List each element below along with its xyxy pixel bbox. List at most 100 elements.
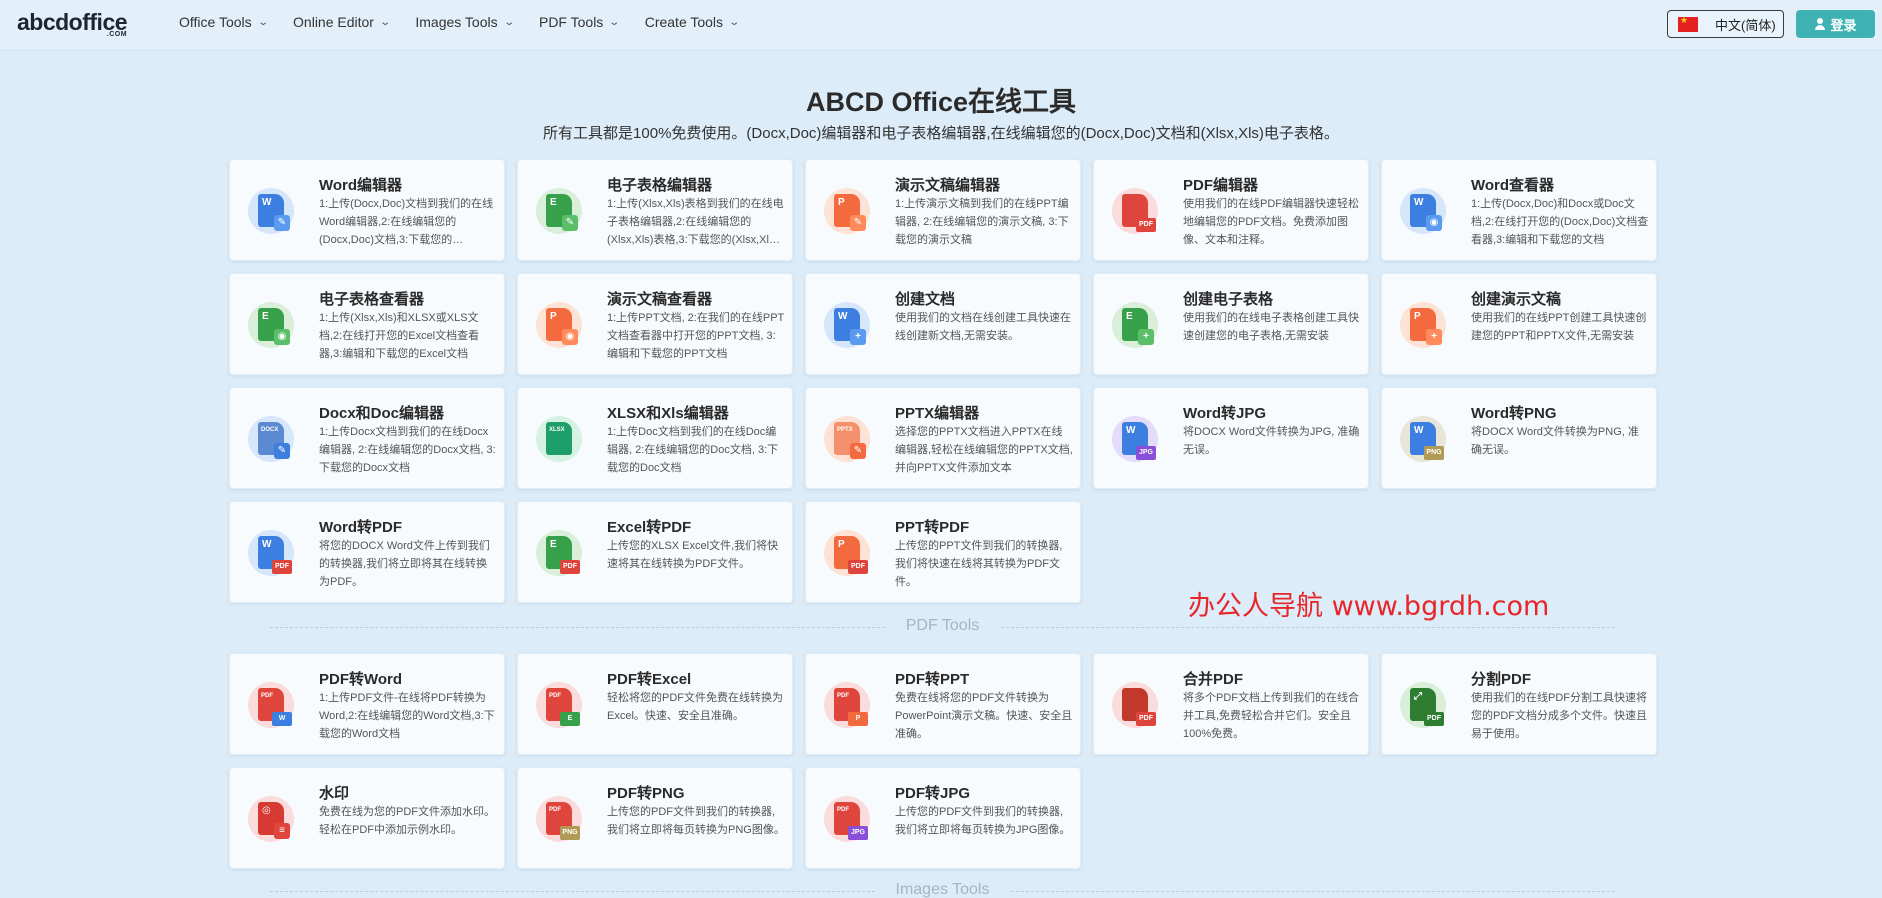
- tool-card[interactable]: E PDF Excel转PDF 上传您的XLSX Excel文件,我们将快速将其在线转…: [517, 501, 793, 603]
- tool-card-description: 免费在线将您的PDF文件转换为PowerPoint演示文稿。快速、安全且准确。: [895, 692, 1073, 740]
- tool-card[interactable]: P + 创建演示文稿使用我们的在线PPT创建工具快速创建您的PPT和PPTX文件,无…: [1381, 273, 1657, 375]
- document-letter: W: [838, 311, 848, 322]
- document-letter: W: [1414, 425, 1424, 436]
- document-letter: ◎: [262, 805, 271, 816]
- tool-card[interactable]: E ✎ 电子表格编辑器 1:上传(Xlsx,Xls)表格到我们的在线电子表格编辑器,2…: [517, 159, 793, 261]
- document-letter: DOCX: [261, 427, 279, 433]
- tool-card-title: PDF转Excel: [607, 671, 692, 688]
- tool-card[interactable]: PDF PNG PDF转PNG 上传您的PDF文件到我们的转换器,我们将立即将每页转换…: [517, 767, 793, 869]
- tool-card[interactable]: W ✎ Word编辑器 1:上传(Docx,Doc)文档到我们的在线Word编辑器,2…: [229, 159, 505, 261]
- pdf-to-png-icon: PDF PNG: [536, 796, 582, 842]
- tool-card-title: 电子表格编辑器: [607, 177, 713, 194]
- tool-card-description: 免费在线为您的PDF文件添加水印。轻松在PDF中添加示例水印。: [319, 806, 495, 836]
- images-tools-section-label: Images Tools: [895, 881, 990, 898]
- chevron-down-icon: ⌄: [379, 16, 392, 28]
- tool-card-title: PDF转PNG: [607, 785, 685, 802]
- document-shape: P ✎: [834, 194, 866, 231]
- document-shape: W ✎: [258, 194, 290, 231]
- excel-create-icon: E +: [1112, 302, 1158, 348]
- document-shape: P +: [1410, 308, 1442, 345]
- format-tag: W: [272, 712, 292, 726]
- word-to-png-icon: W PNG: [1400, 416, 1446, 462]
- tool-card[interactable]: ⤢ PDF 分割PDF 使用我们的在线PDF分割工具快速将您的PDF文档分成多个文件。…: [1381, 653, 1657, 755]
- format-tag: E: [560, 712, 580, 726]
- tool-card-description: 使用我们的在线PPT创建工具快速创建您的PPT和PPTX文件,无需安装: [1471, 312, 1647, 342]
- tool-card-title: PDF转PPT: [895, 671, 970, 688]
- format-tag: PDF: [1424, 712, 1444, 726]
- tool-card-description: 将DOCX Word文件转换为JPG, 准确无误。: [1183, 426, 1360, 456]
- document-shape: PDF P: [834, 688, 868, 726]
- badge-symbol: ✎: [562, 215, 578, 231]
- tool-card-title: 演示文稿查看器: [607, 291, 713, 308]
- nav-office-tools[interactable]: Office Tools ⌄: [179, 14, 269, 30]
- nav-pdf-tools[interactable]: PDF Tools ⌄: [539, 14, 620, 30]
- document-letter: E: [550, 197, 557, 208]
- xlsx-editor-icon: XLSX: [536, 416, 582, 462]
- document-shape: PDF W: [258, 688, 292, 726]
- word-view-icon: W ◉: [1400, 188, 1446, 234]
- tool-card-title: 创建文档: [895, 291, 956, 308]
- tool-card[interactable]: W JPG Word转JPG 将DOCX Word文件转换为JPG, 准确无误。: [1093, 387, 1369, 489]
- tool-card-description: 1:上传PPT文档, 2:在我们的在线PPT文档查看器中打开您的PPT文档, 3…: [607, 312, 785, 360]
- tool-card[interactable]: ◎ ≡ 水印 免费在线为您的PDF文件添加水印。轻松在PDF中添加示例水印。: [229, 767, 505, 869]
- excel-to-pdf-icon: E PDF: [536, 530, 582, 576]
- document-letter: ⤢: [1414, 691, 1422, 702]
- nav-images-tools[interactable]: Images Tools ⌄: [415, 14, 514, 30]
- tool-card[interactable]: P ◉ 演示文稿查看器 1:上传PPT文档, 2:在我们的在线PPT文档查看器中打开您…: [517, 273, 793, 375]
- format-tag: JPG: [1136, 446, 1156, 460]
- chevron-down-icon: ⌄: [728, 16, 741, 28]
- document-letter: PDF: [837, 807, 849, 813]
- document-letter: PDF: [261, 693, 273, 699]
- tool-card-description: 1:上传演示文稿到我们的在线PPT编辑器, 2:在线编辑您的演示文稿, 3:下载…: [895, 198, 1069, 246]
- excel-edit-icon: E ✎: [536, 188, 582, 234]
- nav-create-tools[interactable]: Create Tools ⌄: [645, 14, 741, 30]
- tool-card-title: Excel转PDF: [607, 519, 692, 536]
- document-shape: PDF: [1122, 688, 1156, 726]
- tool-card[interactable]: E + 创建电子表格 使用我们的在线电子表格创建工具快速创建您的电子表格,无需安装: [1093, 273, 1369, 375]
- tool-card-description: 将您的DOCX Word文件上传到我们的转换器,我们将立即将其在线转换为PDF。: [319, 540, 490, 588]
- merge-pdf-icon: PDF: [1112, 682, 1158, 728]
- tool-card[interactable]: E ◉ 电子表格查看器 1:上传(Xlsx,Xls)和XLSX或XLS文档,2:在线打…: [229, 273, 505, 375]
- tool-card[interactable]: PDF JPG PDF转JPG 上传您的PDF文件到我们的转换器,我们将立即将每页转换…: [805, 767, 1081, 869]
- ppt-edit-icon: P ✎: [824, 188, 870, 234]
- document-letter: E: [262, 311, 269, 322]
- watermark-icon: ◎ ≡: [248, 796, 294, 842]
- document-shape: PDF JPG: [834, 802, 868, 840]
- format-tag: PDF: [1136, 712, 1156, 726]
- language-selector[interactable]: 中文(简体): [1667, 10, 1784, 38]
- document-shape: ◎ ≡: [258, 802, 290, 839]
- nav-label: Online Editor: [293, 14, 374, 30]
- nav-online-editor[interactable]: Online Editor ⌄: [293, 14, 392, 30]
- tool-card[interactable]: P PDF PPT转PDF 上传您的PPT文件到我们的转换器,我们将快速在线将其转换为…: [805, 501, 1081, 603]
- tool-card-title: PDF编辑器: [1183, 177, 1259, 194]
- tool-card[interactable]: W + 创建文档使用我们的文档在线创建工具快速在线创建新文档,无需安装。: [805, 273, 1081, 375]
- tool-card[interactable]: PDF W PDF转Word 1:上传PDF文件-在线将PDF转换为Word,2:在线…: [229, 653, 505, 755]
- login-button[interactable]: 登录: [1796, 10, 1875, 38]
- tool-card[interactable]: W ◉ Word查看器 1:上传(Docx,Doc)和Docx或Doc文档,2:在线打…: [1381, 159, 1657, 261]
- divider-line-right: [1000, 627, 1615, 628]
- document-shape: E ◉: [258, 308, 290, 345]
- tool-card[interactable]: PDF E PDF转Excel 轻松将您的PDF文件免费在线转换为Excel。快速、安…: [517, 653, 793, 755]
- site-logo[interactable]: abcdoffice .COM: [17, 9, 128, 38]
- tool-card[interactable]: DOCX ✎ Docx和Doc编辑器 1:上传Docx文档到我们的在线Docx编辑器,…: [229, 387, 505, 489]
- tool-card-title: 创建电子表格: [1183, 291, 1274, 308]
- tool-card-description: 使用我们的文档在线创建工具快速在线创建新文档,无需安装。: [895, 312, 1071, 342]
- tool-card-title: 创建演示文稿: [1471, 291, 1562, 308]
- tool-card[interactable]: W PNG Word转PNG 将DOCX Word文件转换为PNG, 准确无误。: [1381, 387, 1657, 489]
- tool-card[interactable]: XLSX XLSX和Xls编辑器 1:上传Doc文档到我们的在线Doc编辑器, 2:…: [517, 387, 793, 489]
- tool-card[interactable]: W PDF Word转PDF 将您的DOCX Word文件上传到我们的转换器,我们将立…: [229, 501, 505, 603]
- tool-card-description: 轻松将您的PDF文件免费在线转换为Excel。快速、安全且准确。: [607, 692, 783, 722]
- document-shape: PDF E: [546, 688, 580, 726]
- tool-card[interactable]: PDF PDF编辑器 使用我们的在线PDF编辑器快速轻松地编辑您的PDF文档。免费添…: [1093, 159, 1369, 261]
- badge-symbol: +: [1426, 329, 1442, 345]
- badge-symbol: ◉: [562, 329, 578, 345]
- tool-card[interactable]: PDF P PDF转PPT 免费在线将您的PDF文件转换为PowerPoint演示文稿…: [805, 653, 1081, 755]
- tool-card-title: PDF转JPG: [895, 785, 971, 802]
- word-create-icon: W +: [824, 302, 870, 348]
- document-shape: E ✎: [546, 194, 578, 231]
- tool-card-description: 1:上传Docx文档到我们的在线Docx编辑器, 2:在线编辑您的Docx文档,…: [319, 426, 496, 474]
- tool-card[interactable]: PPTX ✎ PPTX编辑器 选择您的PPTX文档进入PPTX在线编辑器,轻松在线编辑…: [805, 387, 1081, 489]
- page-subtitle: 所有工具都是100%免费使用。(Docx,Doc)编辑器和电子表格编辑器,在线编…: [543, 125, 1339, 142]
- tool-card[interactable]: P ✎ 演示文稿编辑器 1:上传演示文稿到我们的在线PPT编辑器, 2:在线编辑您的演…: [805, 159, 1081, 261]
- tool-card[interactable]: PDF 合并PDF 将多个PDF文档上传到我们的在线合并工具,免费轻松合并它们。安全…: [1093, 653, 1369, 755]
